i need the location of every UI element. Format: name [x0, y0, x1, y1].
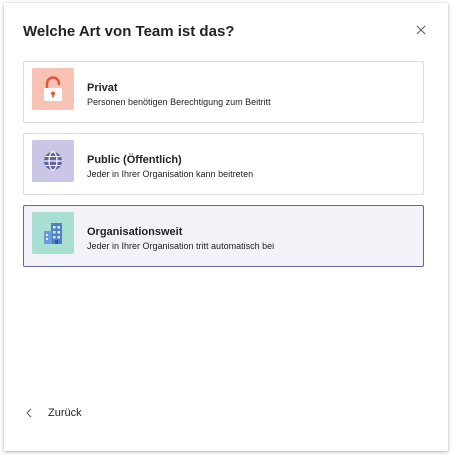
back-label: Zurück — [48, 407, 82, 419]
option-public[interactable]: Public (Öffentlich) Jeder in Ihrer Organ… — [23, 133, 424, 195]
option-private[interactable]: Privat Personen benötigen Berechtigung z… — [23, 61, 424, 123]
dialog-title: Welche Art von Team ist das? — [23, 23, 235, 40]
globe-icon — [44, 151, 62, 171]
option-name: Organisationsweit — [87, 226, 183, 238]
close-button[interactable] — [412, 21, 430, 39]
globe-icon-tile — [32, 140, 74, 182]
lock-icon-tile — [32, 68, 74, 110]
option-description: Personen benötigen Berechtigung zum Beit… — [87, 97, 271, 107]
building-icon-tile — [32, 212, 74, 254]
back-button[interactable]: Zurück — [26, 407, 82, 419]
lock-icon — [44, 76, 62, 101]
chevron-left-icon — [26, 407, 36, 419]
close-icon — [416, 25, 426, 35]
building-icon — [44, 223, 62, 244]
option-org-wide[interactable]: Organisationsweit Jeder in Ihrer Organis… — [23, 205, 424, 267]
dialog: Welche Art von Team ist das? Privat Pers… — [4, 3, 448, 451]
option-name: Public (Öffentlich) — [87, 154, 182, 166]
option-description: Jeder in Ihrer Organisation kann beitret… — [87, 169, 254, 179]
option-description: Jeder in Ihrer Organisation tritt automa… — [87, 241, 275, 251]
option-name: Privat — [87, 82, 118, 94]
